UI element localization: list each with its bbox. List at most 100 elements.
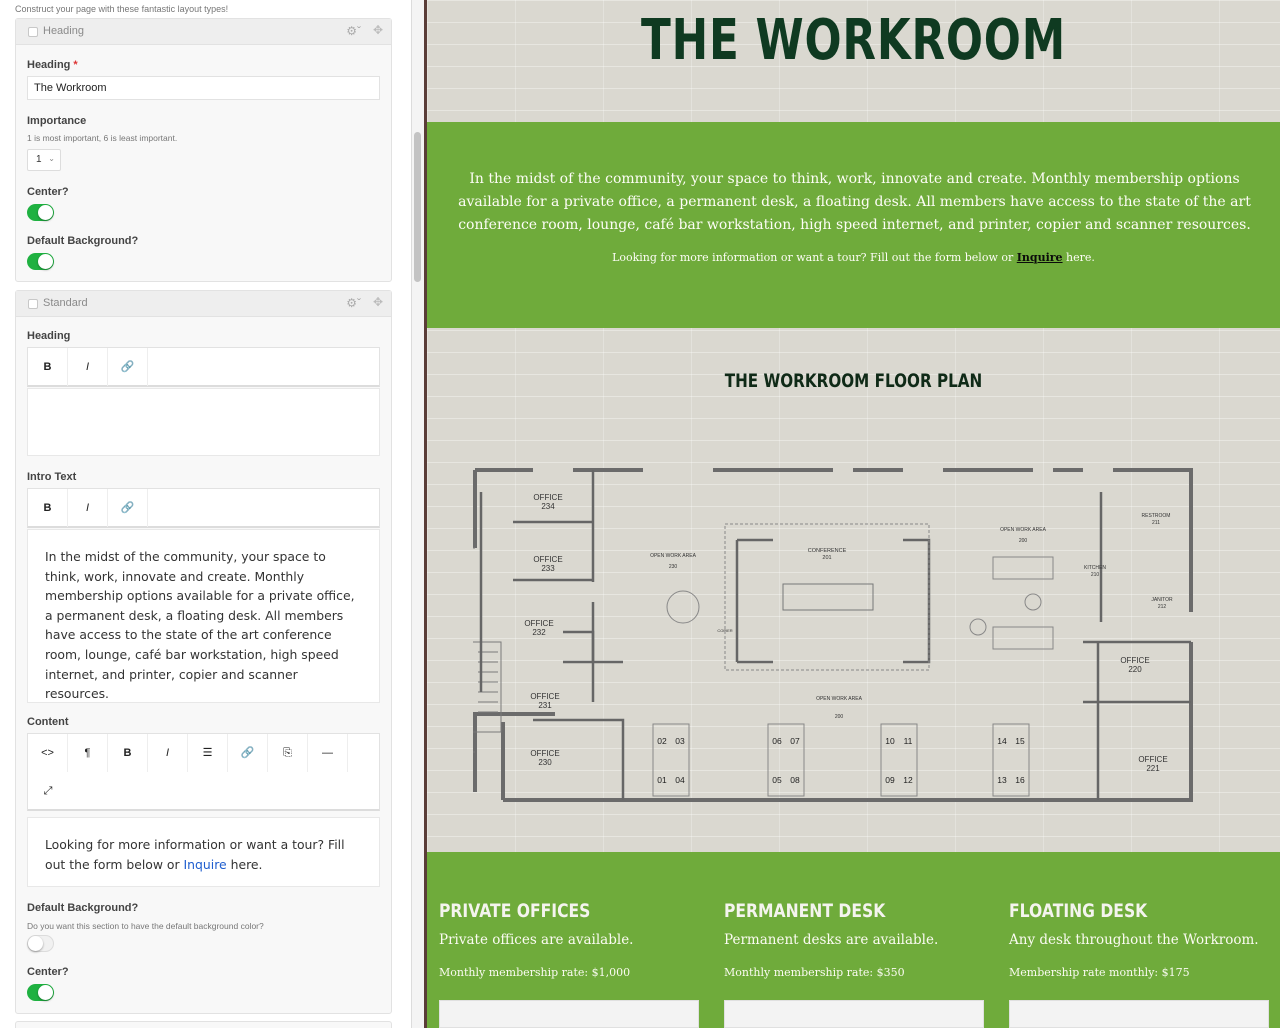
column-rate: Monthly membership rate: $1,000 [439,966,631,979]
intro-toolbar: B I 🔗 [27,488,380,528]
bold-button[interactable]: B [28,489,68,527]
content-toolbar: <> ¶ B I ☰ 🔗 ⎘ — ⤢ [27,733,380,811]
link-icon[interactable]: 🔗 [108,489,148,527]
plan-label-conference: CONFERENCE [808,548,847,554]
column-heading: PERMANENT DESK [724,900,886,922]
floating-desk-column: FLOATING DESK Any desk throughout the Wo… [1009,900,1279,979]
embed-icon[interactable]: ⎘ [268,734,308,772]
standard-center-toggle[interactable] [27,984,54,1001]
column-description: Permanent desks are available. [724,932,939,948]
desk-number: 04 [675,775,685,785]
heading-toolbar: B I 🔗 [27,347,380,387]
standard-default-background-label: Default Background? [27,902,139,914]
page-title: THE WORKROOM [641,8,1066,73]
inquire-line: Looking for more information or want a t… [612,251,1095,264]
column-description: Any desk throughout the Workroom. [1009,932,1259,948]
plan-label-office: OFFICE [530,692,559,701]
column-heading: FLOATING DESK [1009,900,1148,922]
move-icon[interactable]: ✥ [373,23,383,37]
importance-label: Importance [27,115,87,127]
desk-number: 07 [790,736,800,746]
desk-number: 15 [1015,736,1025,746]
floor-plan: OFFICE 234 OFFICE 233 OFFICE 232 OFFICE … [473,468,1193,802]
gear-icon[interactable]: ⚙ˇ [346,296,361,310]
next-block [15,1021,392,1028]
standard-heading-editor[interactable] [27,388,380,456]
plan-label-number: 212 [1158,604,1167,610]
plan-label-open-work: OPEN WORK AREA [816,696,863,702]
center-toggle[interactable] [27,204,54,221]
plan-label-number: 234 [541,502,555,511]
desk-number: 10 [885,736,895,746]
code-icon[interactable]: <> [28,734,68,772]
plan-label-office: OFFICE [1120,656,1149,665]
move-icon[interactable]: ✥ [373,295,383,309]
inquire-link[interactable]: Inquire [184,857,227,872]
editor-scrollbar-thumb[interactable] [414,132,421,282]
plan-label-number: 221 [1146,764,1160,773]
plan-label-number: 201 [822,555,831,561]
expand-icon[interactable]: ⤢ [28,772,68,810]
column-rate: Monthly membership rate: $350 [724,966,905,979]
plan-label-office: OFFICE [533,555,562,564]
desk-number: 01 [657,775,667,785]
intro-text-label: Intro Text [27,471,77,483]
layout-hint: Construct your page with these fantastic… [15,4,229,14]
permanent-desk-column: PERMANENT DESK Permanent desks are avail… [724,900,994,979]
paragraph-icon[interactable]: ¶ [68,734,108,772]
private-office-photo [439,1000,699,1028]
plan-label-number: 200 [1019,538,1028,544]
plan-label-kitchen: KITCHEN [1084,565,1106,571]
default-background-toggle[interactable] [27,253,54,270]
bold-button[interactable]: B [108,734,148,772]
plan-label-office: OFFICE [533,493,562,502]
plan-label-number: 210 [1091,572,1100,578]
standard-heading-label: Heading [27,330,71,342]
plan-label-number: 220 [1128,665,1142,674]
importance-select[interactable]: 1 ⌄ [27,149,61,171]
list-icon[interactable]: ☰ [188,734,228,772]
content-label: Content [27,716,69,728]
plan-label-restroom: RESTROOM [1142,513,1171,519]
intro-text-editor[interactable]: In the midst of the community, your spac… [27,529,380,703]
standard-block: Standard ⚙ˇ ✥ Heading B I 🔗 Intro Text B… [15,290,392,1014]
private-offices-column: PRIVATE OFFICES Private offices are avai… [439,900,709,979]
plan-label-office: OFFICE [524,619,553,628]
italic-button[interactable]: I [68,489,108,527]
heading-block-title: Heading [43,25,84,37]
plan-label-office: OFFICE [530,749,559,758]
link-icon[interactable]: 🔗 [108,348,148,386]
desk-number: 16 [1015,775,1025,785]
plan-label-number: 233 [541,564,555,573]
heading-block: Heading ⚙ˇ ✥ Heading * Importance 1 is mo… [15,18,392,282]
desk-number: 08 [790,775,800,785]
floor-plan-title: THE WORKROOM FLOOR PLAN [724,370,983,392]
standard-block-checkbox[interactable] [28,299,38,309]
standard-default-background-toggle[interactable] [27,935,54,952]
content-editor[interactable]: Looking for more information or want a t… [27,817,380,887]
standard-block-header[interactable]: Standard ⚙ˇ ✥ [16,291,391,317]
heading-block-checkbox[interactable] [28,27,38,37]
chevron-down-icon: ⌄ [48,154,55,163]
desk-number: 06 [772,736,782,746]
standard-center-label: Center? [27,966,69,978]
horizontal-rule-icon[interactable]: — [308,734,348,772]
page-preview: THE WORKROOM In the midst of the communi… [427,0,1280,1028]
link-icon[interactable]: 🔗 [228,734,268,772]
plan-label-open-work: OPEN WORK AREA [650,553,697,559]
plan-label-copier: COPIER [717,628,732,633]
importance-help: 1 is most important, 6 is least importan… [27,133,178,143]
inquire-link[interactable]: Inquire [1017,251,1063,264]
heading-input[interactable] [27,76,380,100]
column-heading: PRIVATE OFFICES [439,900,591,922]
bold-button[interactable]: B [28,348,68,386]
required-mark: * [73,59,78,71]
plan-label-number: 230 [538,758,552,767]
heading-block-header[interactable]: Heading ⚙ˇ ✥ [16,19,391,45]
layout-editor-panel: Construct your page with these fantastic… [0,0,412,1028]
plan-label-number: 232 [532,628,546,637]
italic-button[interactable]: I [148,734,188,772]
gear-icon[interactable]: ⚙ˇ [346,24,361,38]
desk-number: 03 [675,736,685,746]
italic-button[interactable]: I [68,348,108,386]
